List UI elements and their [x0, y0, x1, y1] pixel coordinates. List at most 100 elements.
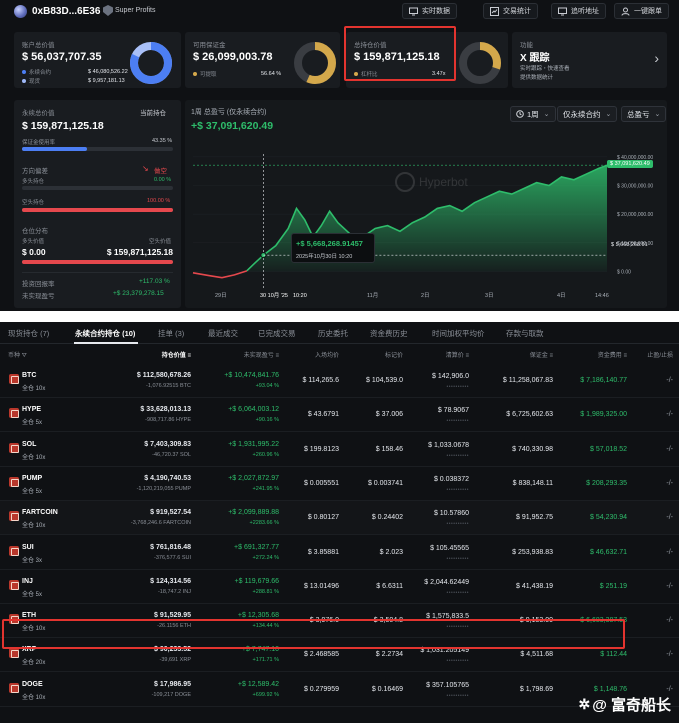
tpsl-value[interactable]: -/- [666, 583, 673, 590]
sort-icon[interactable]: ≡ [275, 353, 279, 359]
margin-value: $ 4,511.68 [520, 651, 553, 659]
col-mark[interactable]: 标记价 [385, 350, 403, 359]
table-row[interactable]: SOL 全仓 10x $ 7,403,309.83 -46,720.37 SOL +$ … [0, 433, 679, 467]
table-row[interactable]: DOGE 全仓 10x $ 17,986.95 -109,217 DOGE +$ 12,… [0, 673, 679, 707]
avatar [14, 5, 27, 18]
table-row[interactable]: HYPE 全仓 5x $ 33,628,013.13 -908,717.86 HYPE… [0, 398, 679, 433]
sort-icon[interactable]: ≡ [623, 353, 627, 359]
sort-icon[interactable]: ≡ [549, 353, 553, 359]
table-row[interactable]: PUMP 全仓 5x $ 4,190,740.53 -1,120,219,055 PU… [0, 467, 679, 501]
author-watermark: ✲ @ 富奇船长 [578, 694, 671, 715]
liq-price: $ 142,906.0 [432, 373, 469, 380]
spot-dot [22, 79, 26, 83]
pnl-chart: Hyperbot $ 40,000,000.00$ 30,000,000.00$… [192, 154, 653, 299]
filter-icon[interactable]: ⛛ [22, 353, 27, 359]
margin-value: $ 41,438.19 [516, 582, 553, 590]
tab-perp[interactable]: 永续合约持仓 (10) [75, 328, 135, 339]
upnl-label: 未实现盈亏 [22, 293, 55, 300]
position-value: $ 4,190,740.53 [144, 474, 191, 482]
margin-usage-bar [22, 147, 173, 151]
sort-icon[interactable]: ≡ [187, 353, 191, 359]
tpsl-value[interactable]: -/- [666, 411, 673, 418]
col-funding[interactable]: 资金费用 ≡ [598, 350, 627, 359]
coin-symbol[interactable]: SOL [22, 441, 36, 448]
trade-stats-button[interactable]: 交易统计 [483, 3, 538, 19]
copy-trade-label: 一键跟单 [634, 8, 662, 15]
long-bar [22, 186, 173, 190]
tab-open-orders[interactable]: 挂单 (3) [158, 328, 184, 339]
col-liq[interactable]: 清算价 ≡ [446, 350, 469, 359]
chevron-right-icon[interactable]: › [654, 50, 659, 66]
leverage: 全仓 10x [22, 386, 46, 392]
hyperbot-watermark: Hyperbot [395, 172, 468, 192]
col-upnl[interactable]: 未实现盈亏 ≡ [244, 350, 279, 359]
coin-icon [9, 374, 19, 384]
col-coin[interactable]: 币种 ⛛ [8, 350, 27, 360]
leverage-donut [459, 42, 501, 84]
entry-price: $ 0.279959 [303, 685, 339, 693]
withdrawable-row: 可提取 56.64 % [193, 70, 281, 78]
table-row[interactable]: FARTCOIN 全仓 10x $ 919,527.54 -3,768,246.6 F… [0, 501, 679, 536]
perp-row: 永续合约 $ 46,080,526.22 [22, 68, 128, 76]
mark-price: $ 2.2734 [375, 651, 403, 659]
follow-address-button[interactable]: 追听地址 [551, 3, 606, 19]
tpsl-value[interactable]: -/- [666, 617, 673, 624]
direction-label: 方向偏差 [22, 168, 48, 175]
tab-twap[interactable]: 时间加权平均价 [432, 328, 485, 339]
wallet-address[interactable]: 0xB83D...6E36 [32, 6, 100, 17]
monitor-icon [409, 7, 418, 15]
tpsl-value[interactable]: -/- [666, 514, 673, 521]
tab-spot[interactable]: 现货持仓 (7) [8, 328, 49, 339]
table-row[interactable]: SUI 全仓 3x $ 761,816.48 -376,577.6 SUI +$ 691… [0, 536, 679, 570]
table-row[interactable]: BTC 全仓 10x $ 112,580,678.26 -1,076.92515 BT… [0, 364, 679, 398]
coin-symbol[interactable]: PUMP [22, 475, 42, 482]
tpsl-value[interactable]: -/- [666, 686, 673, 693]
tpsl-value[interactable]: -/- [666, 549, 673, 556]
feature-card[interactable]: 功能 X 跟踪 实时跟踪・快速查看 提供数据统计 › [512, 32, 667, 88]
short-value: $ 159,871,125.18 [106, 247, 173, 257]
coin-symbol[interactable]: FARTCOIN [22, 509, 58, 516]
short-label: 空头持仓 [22, 200, 45, 206]
coin-icon [9, 511, 19, 522]
spot-row: 现货 $ 9,957,181.13 [22, 77, 125, 85]
col-margin[interactable]: 保证金 ≡ [530, 350, 553, 359]
tab-completed-trades[interactable]: 已完成交易 [258, 328, 296, 339]
leverage: 全仓 10x [22, 523, 46, 530]
long-value: $ 0.00 [22, 247, 46, 257]
upnl-value: +$ 119,679.66 [234, 577, 279, 585]
tpsl-value[interactable]: -/- [666, 651, 673, 658]
realtime-data-button[interactable]: 实时数据 [402, 3, 457, 19]
tab-funding-history[interactable]: 资金费历史 [370, 328, 408, 339]
copy-trade-button[interactable]: 一键跟单 [614, 3, 669, 19]
available-margin-card: 可用保证金 $ 26,099,003.78 可提取 56.64 % [185, 32, 340, 88]
upnl-value: +$ 691,327.77 [234, 543, 279, 551]
col-position-value[interactable]: 持仓价值 ≡ [162, 350, 191, 359]
tpsl-value[interactable]: -/- [666, 480, 673, 487]
x-tick-label: 4日 [557, 292, 566, 299]
active-tab-indicator [74, 342, 138, 344]
mark-price: $ 2.023 [379, 548, 403, 556]
margin-usage-value: 43.35 % [152, 138, 173, 144]
tab-order-history[interactable]: 历史委托 [318, 328, 348, 339]
tpsl-value[interactable]: -/- [666, 377, 673, 384]
table-row[interactable]: INJ 全仓 5x $ 124,314.56 -18,747.2 INJ +$ 119,… [0, 570, 679, 604]
upnl-value: +$ 12,589.42 [237, 680, 279, 688]
coin-symbol[interactable]: HYPE [22, 406, 41, 413]
coin-symbol[interactable]: INJ [22, 578, 33, 585]
margin-value: $ 91,952.75 [516, 514, 553, 522]
sort-icon[interactable]: ≡ [465, 353, 469, 359]
tab-deposits-withdrawals[interactable]: 存款与取款 [506, 328, 544, 339]
upnl-pct: +288.81 % [252, 588, 279, 595]
funding-value: $ 7,186,140.77 [580, 377, 627, 384]
long-value-label: 多头价值 [22, 239, 45, 245]
tpsl-value[interactable]: -/- [666, 446, 673, 453]
col-entry[interactable]: 入场均价 [315, 350, 339, 359]
upnl-value: +$ 6,064,003.12 [228, 406, 279, 414]
coin-symbol[interactable]: SUI [22, 544, 34, 551]
mark-price: $ 158.46 [375, 445, 403, 453]
position-size: -1,120,219,055 PUMP [136, 485, 191, 492]
tab-recent-trades[interactable]: 最近成交 [208, 328, 238, 339]
margin-value: $ 740,330.98 [512, 445, 553, 453]
coin-symbol[interactable]: DOGE [22, 681, 43, 688]
coin-symbol[interactable]: BTC [22, 372, 36, 379]
